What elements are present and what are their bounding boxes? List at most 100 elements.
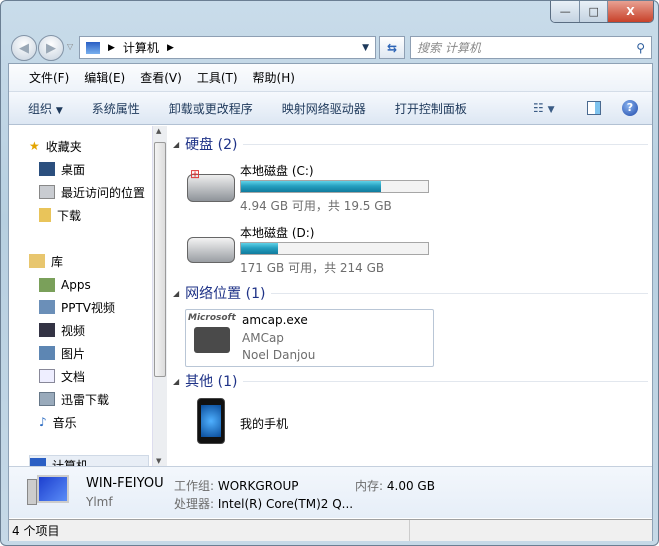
- library-folder-icon: [39, 278, 55, 292]
- drive-d-name[interactable]: 本地磁盘 (D:): [240, 224, 314, 241]
- drive-d-icon: [187, 237, 235, 263]
- sidebar-item-pptv[interactable]: PPTV视频: [39, 297, 115, 317]
- group-network-locations[interactable]: ◢ 网络位置 (1): [173, 283, 648, 303]
- recent-places-icon: [39, 185, 55, 199]
- computer-large-icon: [27, 473, 71, 511]
- view-icon: ☷: [533, 101, 544, 115]
- help-icon[interactable]: ?: [622, 100, 638, 116]
- menu-file[interactable]: 文件(F): [29, 69, 69, 86]
- refresh-button[interactable]: ⇆: [379, 36, 405, 59]
- back-button[interactable]: ◀: [11, 35, 37, 61]
- desktop-icon: [39, 162, 55, 176]
- search-placeholder: 搜索 计算机: [417, 41, 481, 55]
- navigation-pane: ★ 收藏夹 桌面 最近访问的位置 下载 库 Apps PPTV视频 视频 图片 文…: [9, 126, 152, 466]
- search-input[interactable]: 搜索 计算机 ⚲: [410, 36, 652, 59]
- address-bar[interactable]: ▶ 计算机 ▶ ▼: [79, 36, 376, 59]
- workgroup-value: WORKGROUP: [217, 479, 299, 493]
- breadcrumb-computer[interactable]: 计算机: [123, 39, 159, 56]
- sidebar-item-documents[interactable]: 文档: [39, 366, 85, 386]
- search-icon[interactable]: ⚲: [636, 41, 645, 55]
- sidebar-libraries[interactable]: 库: [29, 251, 63, 271]
- cpu-value: Intel(R) Core(TM)2 Q...: [217, 497, 354, 511]
- sidebar-item-recent[interactable]: 最近访问的位置: [39, 182, 145, 202]
- explorer-body: 文件(F) 编辑(E) 查看(V) 工具(T) 帮助(H) 组织 ▼ 系统属性 …: [8, 63, 653, 541]
- drive-c-usage-bar: [240, 180, 429, 193]
- chevron-down-icon: ▼: [55, 105, 63, 116]
- sidebar-computer[interactable]: 计算机: [29, 455, 149, 466]
- group-other[interactable]: ◢ 其他 (1): [173, 371, 648, 391]
- back-arrow-icon: ◀: [19, 40, 29, 56]
- sidebar-item-apps[interactable]: Apps: [39, 275, 91, 295]
- close-button[interactable]: X: [607, 1, 653, 22]
- command-bar: 组织 ▼ 系统属性 卸载或更改程序 映射网络驱动器 打开控制面板 ☷ ▼ ?: [9, 92, 652, 125]
- sidebar-scrollbar[interactable]: ▲ ▼: [152, 126, 167, 466]
- drive-c-usage-fill: [241, 181, 382, 192]
- view-options-button[interactable]: ☷ ▼: [533, 101, 555, 115]
- sidebar-item-desktop[interactable]: 桌面: [39, 159, 85, 179]
- scroll-down-icon[interactable]: ▼: [156, 457, 161, 465]
- explorer-window: — □ X ◀ ▶ ▽ ▶ 计算机 ▶ ▼ ⇆ 搜索 计算机 ⚲ 文件(F) 编…: [0, 0, 659, 546]
- scroll-up-icon[interactable]: ▲: [156, 127, 161, 135]
- system-properties-button[interactable]: 系统属性: [92, 100, 140, 117]
- scrollbar-thumb[interactable]: [154, 142, 166, 377]
- computer-icon: [86, 41, 100, 54]
- drive-c-icon: ⊞: [187, 167, 235, 202]
- menu-tools[interactable]: 工具(T): [197, 69, 238, 86]
- sidebar-item-videos[interactable]: 视频: [39, 320, 85, 340]
- music-icon: ♪: [39, 415, 47, 429]
- phone-icon: [197, 398, 225, 444]
- amcap-description: AMCap: [242, 331, 284, 345]
- menu-edit[interactable]: 编辑(E): [84, 69, 125, 86]
- my-phone-item[interactable]: 我的手机: [240, 415, 288, 432]
- menu-help[interactable]: 帮助(H): [253, 69, 295, 86]
- library-folder-icon: [39, 300, 55, 314]
- drive-c-space: 4.94 GB 可用，共 19.5 GB: [240, 199, 392, 213]
- computer-name: WIN-FEIYOU: [86, 476, 164, 491]
- network-item-amcap[interactable]: Microsoft amcap.exe AMCap Noel Danjou: [185, 309, 434, 367]
- uninstall-program-button[interactable]: 卸载或更改程序: [169, 100, 253, 117]
- star-icon: ★: [29, 139, 40, 153]
- library-folder-icon: [39, 392, 55, 406]
- downloads-folder-icon: [39, 208, 51, 222]
- windows-logo-icon: ⊞: [190, 167, 201, 181]
- library-icon: [29, 254, 45, 268]
- workgroup-label: 工作组:: [174, 479, 215, 493]
- drive-d-usage-fill: [241, 243, 279, 254]
- sidebar-favorites[interactable]: ★ 收藏夹: [29, 136, 82, 156]
- documents-icon: [39, 369, 55, 383]
- organize-button[interactable]: 组织 ▼: [28, 100, 63, 117]
- amcap-author: Noel Danjou: [242, 348, 316, 362]
- sidebar-item-downloads[interactable]: 下载: [39, 205, 81, 225]
- minimize-button[interactable]: —: [551, 1, 581, 22]
- preview-pane-button[interactable]: [587, 101, 601, 115]
- computer-user: Ylmf: [86, 495, 113, 509]
- memory-value: 4.00 GB: [386, 479, 435, 493]
- open-control-panel-button[interactable]: 打开控制面板: [395, 100, 467, 117]
- sidebar-item-pictures[interactable]: 图片: [39, 343, 85, 363]
- forward-button[interactable]: ▶: [38, 35, 64, 61]
- address-dropdown-icon[interactable]: ▼: [362, 43, 369, 53]
- refresh-icon: ⇆: [386, 40, 398, 55]
- content-pane: ◢ 硬盘 (2) ⊞ 本地磁盘 (C:) 4.94 GB 可用，共 19.5 GB…: [167, 126, 652, 466]
- pictures-icon: [39, 346, 55, 360]
- computer-icon: [30, 458, 46, 466]
- breadcrumb-separator-icon: ▶: [108, 42, 115, 53]
- menu-view[interactable]: 查看(V): [140, 69, 182, 86]
- forward-arrow-icon: ▶: [46, 40, 56, 56]
- drive-c-name[interactable]: 本地磁盘 (C:): [240, 162, 314, 179]
- video-icon: [39, 323, 55, 337]
- item-count: 4 个项目: [12, 524, 60, 538]
- memory-label: 内存:: [355, 479, 384, 493]
- maximize-button[interactable]: □: [580, 1, 608, 22]
- drive-d-usage-bar: [240, 242, 429, 255]
- group-hard-disks[interactable]: ◢ 硬盘 (2): [173, 134, 648, 154]
- sidebar-item-thunder[interactable]: 迅雷下载: [39, 389, 109, 409]
- map-network-drive-button[interactable]: 映射网络驱动器: [282, 100, 366, 117]
- recent-pages-dropdown[interactable]: ▽: [67, 42, 73, 51]
- menu-bar: 文件(F) 编辑(E) 查看(V) 工具(T) 帮助(H): [9, 64, 652, 92]
- breadcrumb-chevron-icon[interactable]: ▶: [167, 43, 174, 53]
- window-controls: — □ X: [550, 1, 654, 23]
- cpu-label: 处理器:: [174, 497, 215, 511]
- status-bar: 4 个项目: [9, 519, 652, 541]
- sidebar-item-music[interactable]: ♪ 音乐: [39, 412, 77, 432]
